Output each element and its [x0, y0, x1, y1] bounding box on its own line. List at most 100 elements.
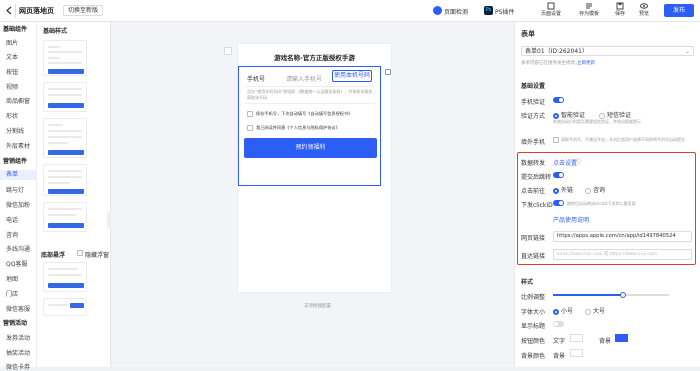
- ps-plugin-icon: Ps: [484, 6, 493, 15]
- bottom-style-card-1[interactable]: [43, 262, 87, 292]
- help-icon[interactable]: ⓘ: [575, 157, 581, 166]
- button-bg-color-swatch[interactable]: [615, 334, 628, 342]
- form-update-link[interactable]: 立即更新: [577, 60, 595, 66]
- font-small-label: 小号: [561, 308, 574, 315]
- switch-version-button[interactable]: 切换至新版: [63, 5, 103, 16]
- switch-version-label: 切换至新版: [67, 7, 98, 14]
- sidebar-item-wechat-service[interactable]: 微信客服: [6, 304, 30, 313]
- submit-button[interactable]: 预约领福利: [244, 138, 377, 158]
- bottom-style-card-2[interactable]: [43, 298, 87, 316]
- goto-link-radio[interactable]: 外链: [553, 185, 573, 194]
- radio-on-icon: [553, 308, 559, 315]
- auth-phone-label: 填外手机: [521, 139, 546, 146]
- form-select-value: 表单01（ID:262041）: [525, 48, 588, 55]
- sidebar-item-product[interactable]: 商品橱窗: [6, 96, 30, 105]
- goto-consult-radio[interactable]: 咨询: [585, 185, 605, 194]
- sidebar-item-form[interactable]: 表单: [0, 170, 37, 180]
- scale-slider-knob[interactable]: [619, 292, 626, 298]
- hide-float-checkbox[interactable]: [77, 250, 83, 256]
- scale-slider-fill: [553, 294, 623, 296]
- radio-on-icon: [553, 187, 559, 194]
- data-return-link[interactable]: 点击设置: [553, 158, 577, 167]
- radio-off-icon: [599, 112, 605, 119]
- font-large-label: 大号: [593, 308, 606, 315]
- font-size-label: 字体大小: [521, 309, 546, 316]
- back-icon[interactable]: [5, 6, 14, 15]
- preview-button[interactable]: 预览: [637, 2, 651, 20]
- sidebar-item-image[interactable]: 图片: [6, 38, 18, 47]
- phone-preview: 游戏名称-官方正版授权手游 手机号 请输入手机号 使用本机号码 点击“使用本机号…: [238, 44, 391, 292]
- agree-policy-checkbox[interactable]: [247, 125, 253, 131]
- direct-link-input[interactable]: xxxx://xxxx?xx=xxx 或 https://www.xxx.com: [553, 249, 692, 260]
- save-button[interactable]: 保存: [613, 2, 627, 20]
- form-style-card-4[interactable]: [43, 164, 87, 196]
- sidebar-item-text[interactable]: 文本: [6, 52, 18, 61]
- page-settings-icon: [547, 2, 555, 10]
- sidebar-item-qq[interactable]: QQ客服: [6, 259, 27, 268]
- background-color-label: 背景颜色: [521, 353, 546, 360]
- page-settings-button[interactable]: 页面设置: [540, 2, 562, 20]
- form-block[interactable]: 手机号 请输入手机号 使用本机号码 点击“使用本机号码”按钮即 《数据统一认证服…: [238, 66, 381, 186]
- publish-button[interactable]: 发布: [664, 4, 694, 17]
- property-panel: 表单 表单01（ID:262041） ⌄ 表单内容已在组件发生修改， 立即更新 …: [514, 22, 700, 367]
- web-link-input[interactable]: https://apps.apple.com/cn/app/id14978405…: [553, 231, 692, 242]
- sidebar-item-outer[interactable]: 外层素材: [6, 141, 30, 150]
- button-bg-color-label: 背景: [599, 338, 612, 345]
- sidebar-item-store[interactable]: 门店: [6, 289, 18, 298]
- web-link-label: 网页链接: [521, 235, 546, 242]
- app-title: 网页落地页: [19, 7, 54, 15]
- product-guide-link[interactable]: 产品使用说明: [553, 215, 589, 224]
- group-title-campaign: 营销活动: [3, 320, 28, 327]
- verify-note: 系统自动识别是否需要短信验证，并给出智能提示: [553, 119, 641, 124]
- sidebar-item-video[interactable]: 视频: [6, 82, 18, 91]
- form-select[interactable]: 表单01（ID:262041） ⌄: [521, 46, 694, 56]
- sidebar-item-button[interactable]: 按钮: [6, 67, 18, 76]
- preview-icon: [640, 3, 648, 9]
- sidebar-item-multiline[interactable]: 多线沟通: [6, 244, 30, 253]
- use-phone-label: 使用本机号码: [333, 72, 370, 79]
- page-settings-label: 页面设置: [540, 11, 561, 17]
- bottom-float-title: 底部悬浮: [41, 252, 66, 259]
- phone-verify-toggle[interactable]: [553, 97, 564, 103]
- form-style-card-2[interactable]: [43, 82, 87, 112]
- sidebar-item-coupon[interactable]: 发券活动: [6, 333, 30, 342]
- verify-mode-label: 验证方式: [521, 113, 546, 120]
- button-text-color-swatch[interactable]: [570, 334, 583, 342]
- verify-sms-radio[interactable]: 短信验证: [599, 110, 631, 119]
- sidebar-item-divider[interactable]: 分割线: [6, 126, 24, 135]
- save-icon: [616, 2, 624, 10]
- use-phone-button[interactable]: 使用本机号码: [332, 70, 372, 82]
- save-phone-checkbox[interactable]: [247, 111, 253, 117]
- form-style-card-1[interactable]: [43, 40, 87, 76]
- group-title-marketing: 营销组件: [3, 158, 28, 165]
- auth-phone-note: 获取手机号，不建议开启，开启后若用户选择不同则将手机号自动提交: [561, 137, 685, 142]
- font-large-radio[interactable]: 大号: [585, 306, 605, 315]
- save-template-button[interactable]: 存为模板: [578, 2, 600, 20]
- publish-label: 发布: [672, 7, 685, 14]
- sidebar-item-jump[interactable]: 跳与灯: [6, 185, 24, 194]
- page-check-label: 页面检测: [444, 9, 469, 16]
- font-small-radio[interactable]: 小号: [553, 306, 573, 315]
- block-settings-icon[interactable]: [385, 69, 391, 75]
- sidebar-item-phone[interactable]: 电话: [6, 215, 18, 224]
- form-style-card-3[interactable]: [43, 118, 87, 158]
- show-title-toggle[interactable]: [553, 321, 564, 327]
- save-template-label: 存为模板: [578, 11, 599, 17]
- sidebar-item-lottery[interactable]: 抽奖活动: [6, 348, 30, 357]
- submit-jump-label: 提交后跳转: [521, 174, 552, 181]
- scale-slider[interactable]: [553, 292, 669, 298]
- web-link-value: https://apps.apple.com/cn/app/id14978405…: [557, 233, 676, 239]
- background-color-swatch[interactable]: [570, 349, 583, 357]
- canvas-tool-icon[interactable]: [224, 47, 232, 55]
- verify-smart-label: 智能验证: [561, 112, 586, 119]
- sidebar-item-map[interactable]: 地图: [6, 274, 18, 283]
- sidebar-item-consult[interactable]: 咨询: [6, 230, 18, 239]
- form-style-card-5[interactable]: [43, 202, 87, 232]
- submit-jump-toggle[interactable]: [553, 172, 564, 178]
- phone-input[interactable]: 请输入手机号: [286, 74, 322, 83]
- download-clickid-toggle[interactable]: [553, 200, 564, 206]
- sidebar-item-shape[interactable]: 形状: [6, 111, 18, 120]
- auth-phone-checkbox[interactable]: [553, 137, 559, 143]
- sidebar-item-wechat-add[interactable]: 微信加粉: [6, 200, 30, 209]
- verify-smart-radio[interactable]: 智能验证: [553, 110, 585, 119]
